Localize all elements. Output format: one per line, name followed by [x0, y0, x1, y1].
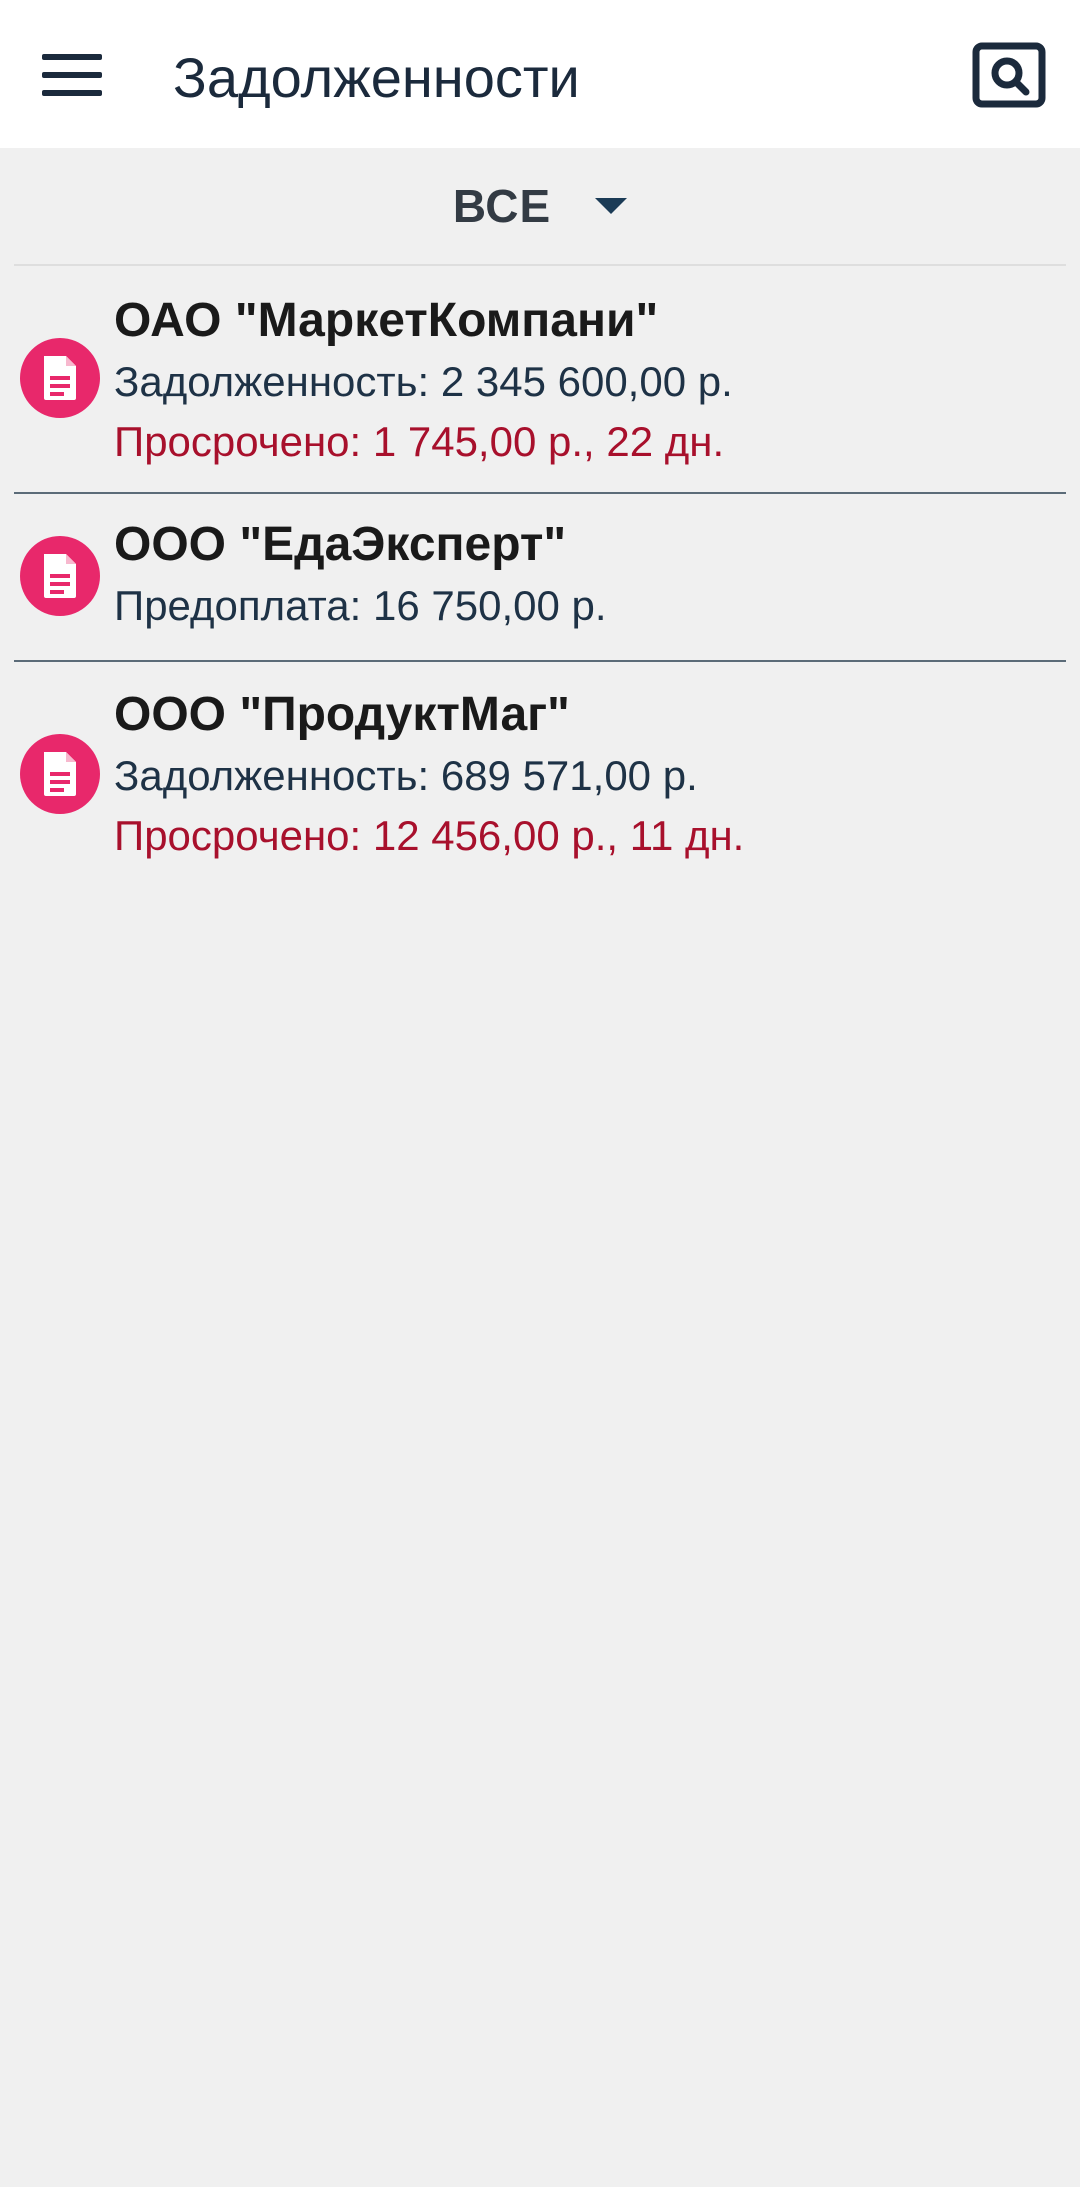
page-title: Задолженности [173, 46, 580, 109]
search-button[interactable] [972, 42, 1046, 108]
hamburger-menu-icon-bar [42, 72, 102, 78]
list-item-text: ОАО "МаркетКомпани" Задолженность: 2 345… [114, 290, 1060, 472]
hamburger-menu-icon-bar [42, 90, 102, 96]
company-name: ООО "ПродуктМаг" [114, 688, 570, 741]
overdue-amount: Просрочено: 12 456,00 р., 11 дн. [114, 812, 745, 859]
list-item[interactable]: ООО "ЕдаЭксперт" Предоплата: 16 750,00 р… [0, 494, 1080, 662]
debt-amount: Задолженность: 689 571,00 р. [114, 752, 698, 799]
dropdown-arrow-icon [595, 198, 628, 214]
hamburger-menu-icon-bar [42, 54, 102, 60]
debt-amount: Задолженность: 2 345 600,00 р. [114, 358, 733, 405]
list-item[interactable]: ОАО "МаркетКомпани" Задолженность: 2 345… [0, 266, 1080, 494]
filter-dropdown[interactable]: ВСЕ [0, 148, 1080, 264]
list-item-text: ООО "ЕдаЭксперт" Предоплата: 16 750,00 р… [114, 514, 1060, 636]
prepayment-amount: Предоплата: 16 750,00 р. [114, 582, 607, 629]
app-bar: Задолженности [0, 0, 1080, 148]
search-icon [972, 42, 1046, 108]
content-area: ВСЕ ОАО "МаркетКомпани" Задолженность: 2… [0, 148, 1080, 2187]
company-name: ООО "ЕдаЭксперт" [114, 518, 567, 571]
overdue-amount: Просрочено: 1 745,00 р., 22 дн. [114, 418, 725, 465]
list-item[interactable]: ООО "ПродуктМаг" Задолженность: 689 571,… [0, 662, 1080, 890]
menu-button[interactable] [30, 40, 114, 108]
debt-list: ОАО "МаркетКомпани" Задолженность: 2 345… [0, 266, 1080, 890]
document-icon [20, 338, 100, 418]
company-name: ОАО "МаркетКомпани" [114, 294, 659, 347]
document-icon [20, 536, 100, 616]
list-item-text: ООО "ПродуктМаг" Задолженность: 689 571,… [114, 684, 1060, 866]
document-icon [20, 734, 100, 814]
filter-selected-label: ВСЕ [452, 180, 552, 232]
